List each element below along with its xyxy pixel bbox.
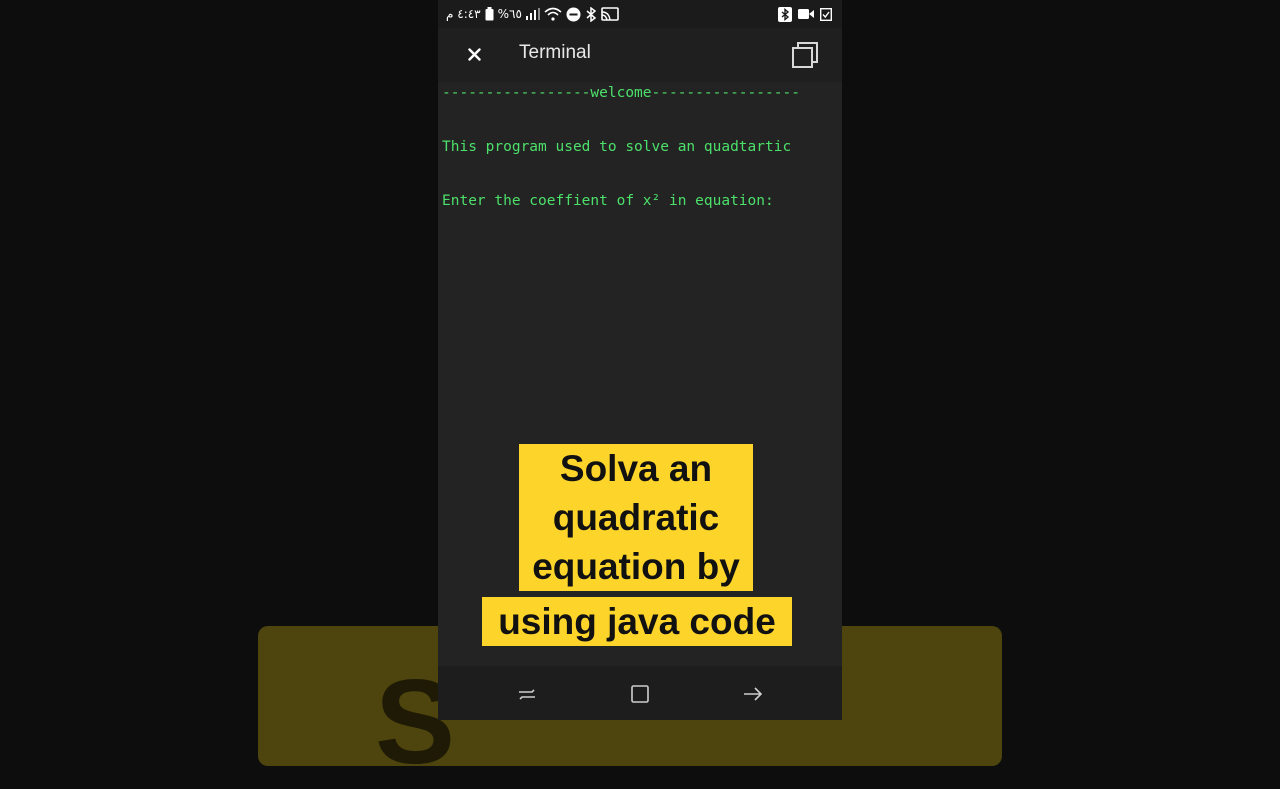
nav-recents-button[interactable] [513, 680, 541, 708]
signal-icon [525, 8, 540, 20]
navigation-bar [438, 666, 842, 720]
video-caption: Solva an quadratic equation by using jav… [482, 444, 792, 648]
home-icon [631, 685, 649, 703]
video-record-icon [798, 8, 814, 20]
close-button[interactable] [462, 40, 486, 68]
back-icon [744, 687, 763, 701]
cast-icon [601, 7, 619, 21]
caption-line-2: quadratic [519, 493, 753, 542]
caption-line-3: equation by [519, 542, 753, 591]
status-time: ٤:٤٣ م [446, 7, 481, 21]
bluetooth-icon [585, 6, 597, 22]
app-title: Terminal [519, 42, 591, 63]
bluetooth-box-icon [778, 6, 792, 22]
status-right [778, 5, 832, 23]
close-icon [467, 47, 481, 61]
terminal-line-prompt: Enter the coeffient of x² in equation: [442, 193, 774, 209]
status-bar: ٤:٤٣ م %٦٥ [438, 0, 842, 28]
copy-button[interactable] [790, 40, 820, 70]
copy-icon [792, 42, 818, 68]
battery-icon [485, 7, 494, 21]
battery-percent: %٦٥ [497, 7, 522, 21]
caption-line-1: Solva an [519, 444, 753, 493]
terminal-line-description: This program used to solve an quadtartic [442, 139, 792, 155]
app-bar: Terminal [438, 28, 842, 82]
caption-line-4: using java code [482, 597, 792, 646]
nav-back-button[interactable] [739, 680, 767, 708]
recents-icon [519, 689, 535, 700]
nav-home-button[interactable] [626, 680, 654, 708]
wifi-icon [544, 7, 562, 21]
status-left: ٤:٤٣ م %٦٥ [446, 5, 619, 23]
checkbox-notification-icon [820, 7, 832, 21]
terminal-line-welcome: -----------------welcome----------------… [442, 85, 800, 101]
do-not-disturb-icon [566, 7, 581, 22]
